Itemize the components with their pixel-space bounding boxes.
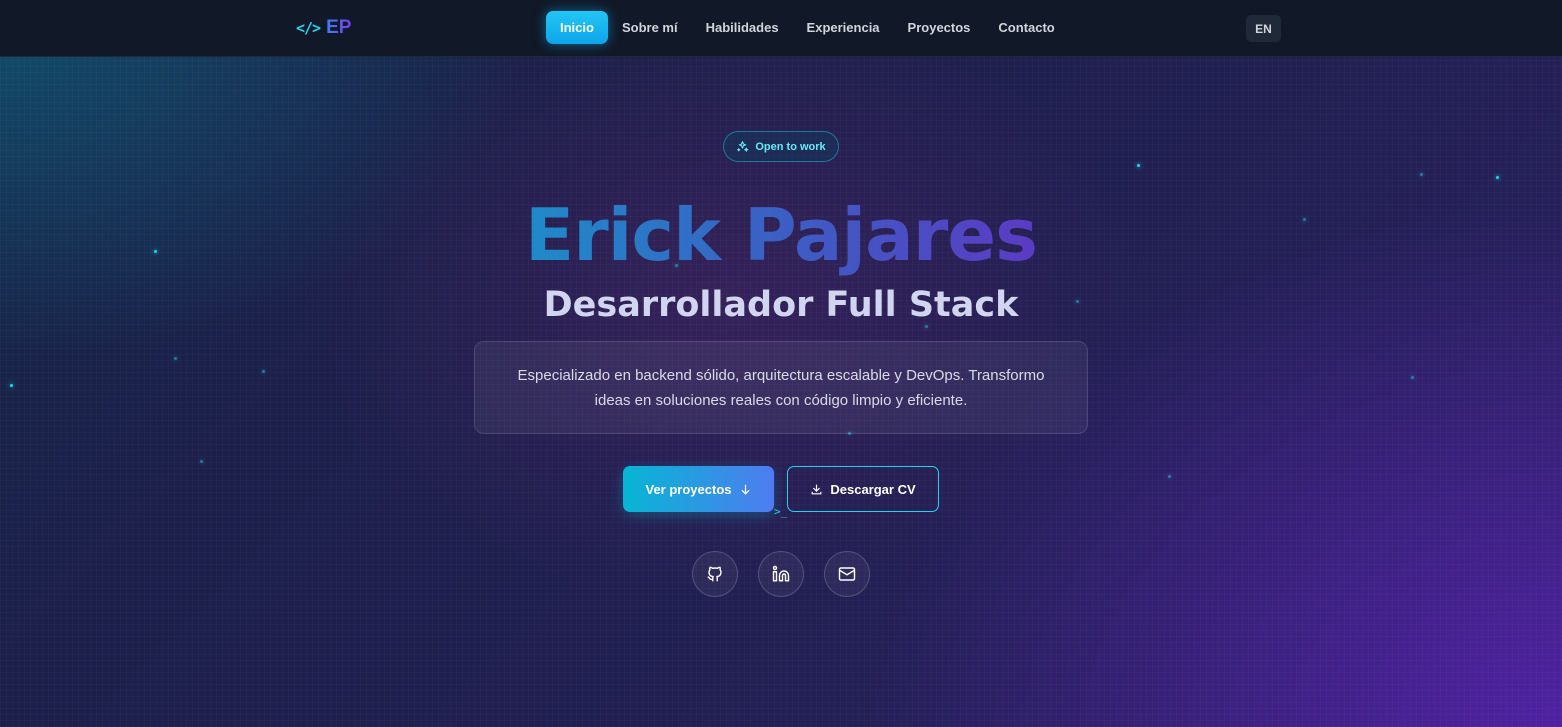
view-projects-button[interactable]: Ver proyectos bbox=[623, 466, 774, 512]
particle bbox=[1137, 164, 1140, 167]
download-cv-button[interactable]: Descargar CV bbox=[787, 466, 939, 512]
nav-link-proyectos[interactable]: Proyectos bbox=[894, 11, 985, 44]
open-to-work-badge: Open to work bbox=[723, 131, 839, 162]
logo[interactable]: </> EP bbox=[296, 17, 351, 39]
nav-link-experiencia[interactable]: Experiencia bbox=[793, 11, 894, 44]
hero-description: Especializado en backend sólido, arquite… bbox=[517, 366, 1045, 409]
badge-label: Open to work bbox=[755, 140, 826, 153]
description-card: Especializado en backend sólido, arquite… bbox=[474, 341, 1088, 434]
github-icon bbox=[706, 565, 724, 583]
nav-link-sobre-mi[interactable]: Sobre mí bbox=[608, 11, 692, 44]
code-icon: </> bbox=[296, 19, 321, 37]
terminal-prompt-mark: >_ bbox=[774, 505, 788, 518]
mail-icon bbox=[838, 565, 856, 583]
email-link[interactable] bbox=[824, 551, 870, 597]
particle bbox=[174, 357, 177, 360]
particle bbox=[10, 384, 13, 387]
github-link[interactable] bbox=[692, 551, 738, 597]
particle bbox=[1496, 176, 1499, 179]
logo-text: EP bbox=[326, 17, 352, 38]
linkedin-icon bbox=[772, 565, 790, 583]
view-projects-label: Ver proyectos bbox=[645, 481, 732, 497]
download-cv-label: Descargar CV bbox=[830, 481, 916, 497]
nav-link-contacto[interactable]: Contacto bbox=[984, 11, 1068, 44]
particle bbox=[1420, 173, 1423, 176]
particle bbox=[1168, 475, 1171, 478]
hero-name-text: Erick Pajares bbox=[525, 193, 1038, 277]
language-toggle-button[interactable]: EN bbox=[1246, 15, 1281, 42]
nav-link-habilidades[interactable]: Habilidades bbox=[692, 11, 793, 44]
particle bbox=[262, 370, 265, 373]
navbar: </> EP Inicio Sobre mí Habilidades Exper… bbox=[0, 0, 1562, 57]
hero-title: Desarrollador Full Stack bbox=[543, 285, 1019, 325]
sparkles-icon bbox=[736, 140, 749, 153]
particle bbox=[1411, 376, 1414, 379]
linkedin-link[interactable] bbox=[758, 551, 804, 597]
arrow-down-icon bbox=[739, 483, 752, 496]
particle bbox=[200, 460, 203, 463]
nav-link-inicio[interactable]: Inicio bbox=[546, 11, 608, 44]
nav-links: Inicio Sobre mí Habilidades Experiencia … bbox=[546, 11, 1069, 44]
download-icon bbox=[810, 483, 823, 496]
hero-name: Erick Pajares bbox=[0, 193, 1562, 277]
